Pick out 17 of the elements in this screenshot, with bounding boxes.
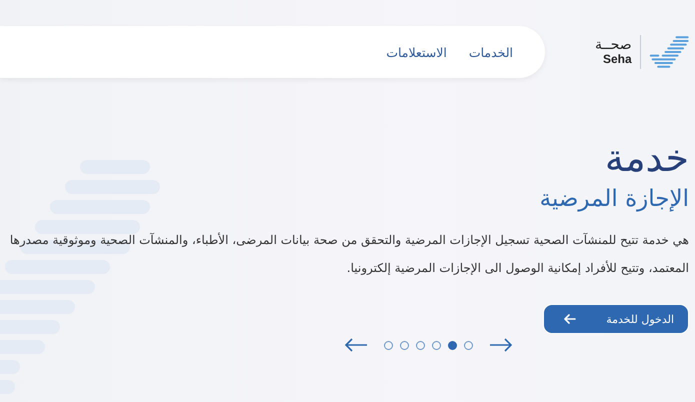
carousel-dot[interactable] <box>464 340 473 350</box>
previous-arrow-icon[interactable] <box>344 338 368 352</box>
service-description: هي خدمة تتيح للمنشآت الصحية تسجيل الإجازات المرضية والتحقق من صحة بيانات المرضى، الأطباء، والمنشآت الصحية وموثوقية مصدرها المعتمد، وتتيح للأفراد إمكانية الوصول الى الإجازات المرضية إلكترونيا. <box>8 232 689 277</box>
enter-service-button[interactable]: الدخول للخدمة <box>543 304 689 334</box>
next-arrow-icon[interactable] <box>489 338 513 352</box>
arrow-left-icon <box>564 314 576 324</box>
carousel-dot[interactable] <box>416 340 425 350</box>
carousel-dot[interactable] <box>400 340 409 350</box>
carousel-dot[interactable] <box>384 340 393 350</box>
logo-arabic-text: صحــة <box>595 38 632 54</box>
carousel-dot[interactable] <box>448 340 457 350</box>
carousel-dot[interactable] <box>432 340 441 350</box>
service-subtitle: الإجازة المرضية <box>538 185 689 214</box>
logo-latin-text: Seha <box>602 53 632 66</box>
service-title: خدمة <box>604 136 689 180</box>
nav-link[interactable]: الخدمات <box>468 44 513 60</box>
nav-link[interactable]: الاستعلامات <box>386 44 447 60</box>
